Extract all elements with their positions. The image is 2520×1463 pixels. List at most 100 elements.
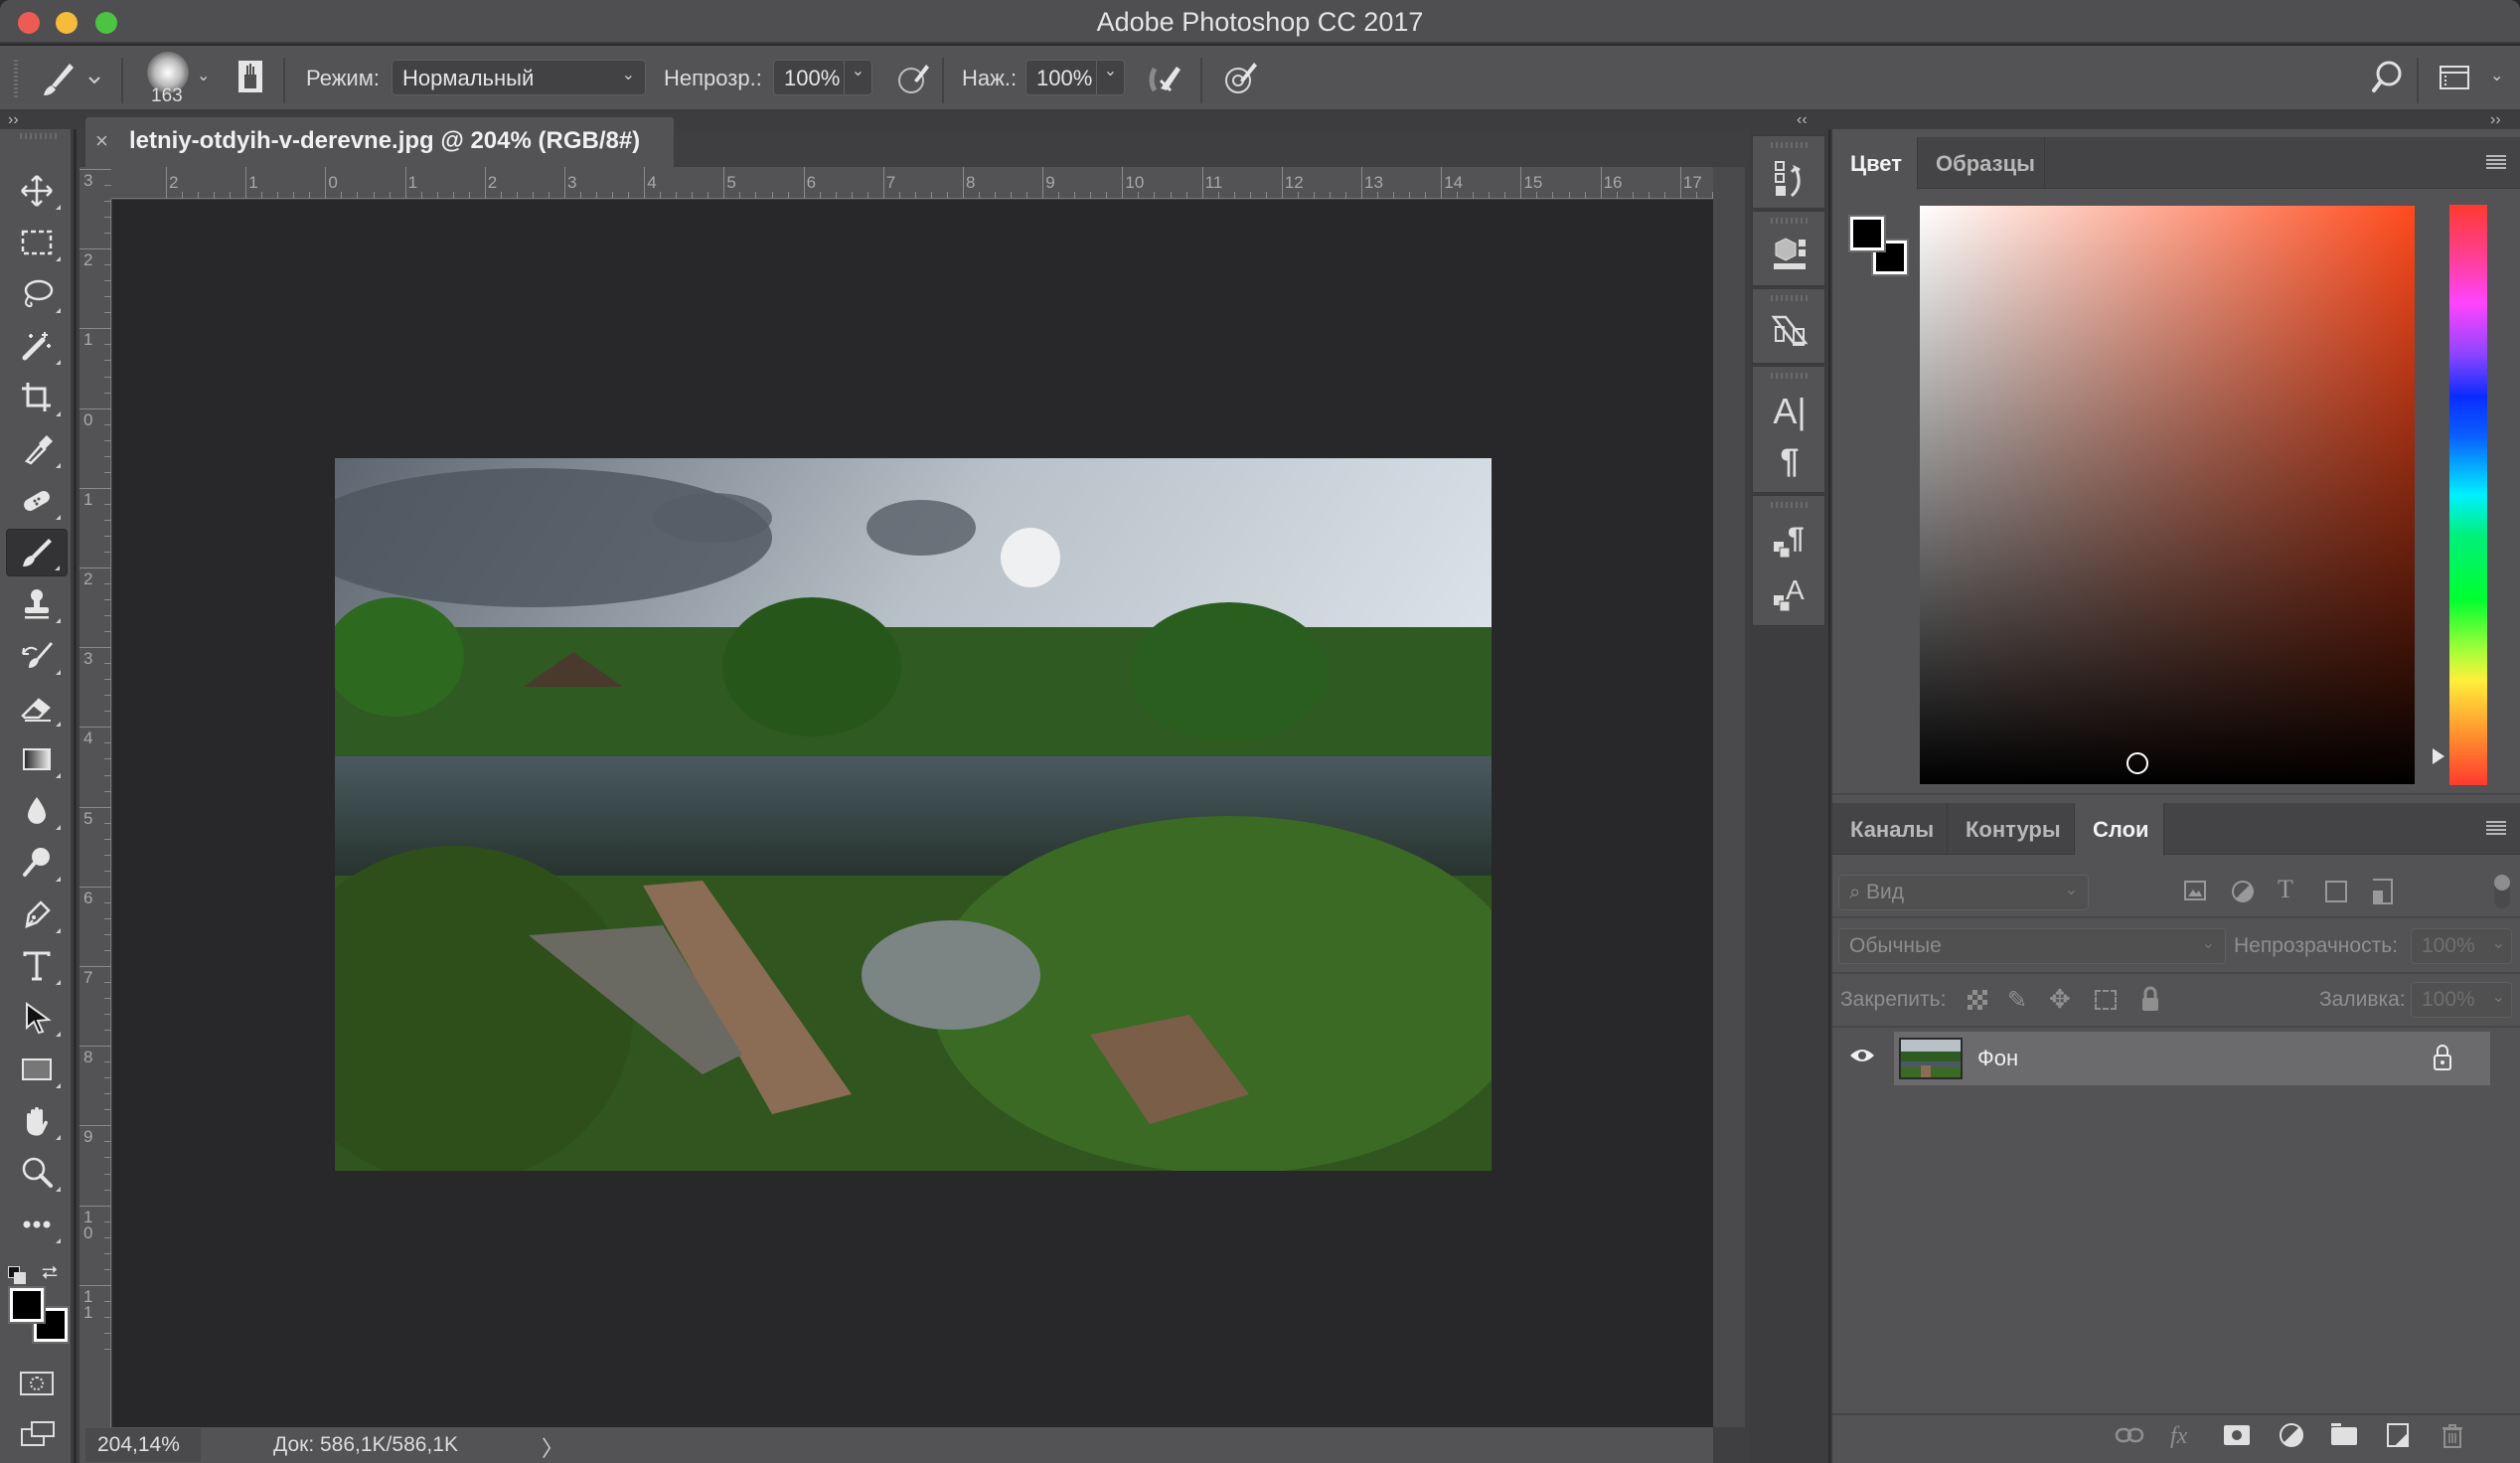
layer-filter-select[interactable]: ⌕ Вид ⌄ bbox=[1838, 875, 2089, 910]
document-image[interactable] bbox=[335, 458, 1492, 1171]
filter-adjustment-layers-icon[interactable] bbox=[2232, 881, 2254, 902]
foreground-color-swatch[interactable] bbox=[8, 1286, 46, 1324]
tab-paths[interactable]: Контуры bbox=[1948, 803, 2075, 855]
opacity-dropdown-chevron-icon[interactable]: ⌄ bbox=[844, 61, 871, 94]
delete-layer-button[interactable] bbox=[2441, 1423, 2464, 1449]
dock-grip[interactable] bbox=[1771, 142, 1809, 148]
paragraph-panel-button[interactable]: ¶ bbox=[1753, 442, 1826, 481]
pressure-dropdown-chevron-icon[interactable]: ⌄ bbox=[1096, 61, 1124, 94]
expand-toolbar-icon[interactable]: ›› bbox=[8, 111, 19, 129]
lock-position-icon[interactable]: ✥ bbox=[2049, 984, 2071, 1015]
paragraph-styles-panel-button[interactable]: ¶ bbox=[1753, 520, 1826, 560]
filter-shape-layers-icon[interactable] bbox=[2325, 881, 2347, 902]
mode-select[interactable]: Нормальный ⌄ bbox=[392, 60, 646, 95]
options-bar-grip[interactable] bbox=[14, 60, 18, 99]
toolbar-grip[interactable] bbox=[20, 133, 58, 139]
color-panel-menu-icon[interactable] bbox=[2486, 155, 2506, 171]
vertical-scrollbar[interactable] bbox=[1713, 167, 1745, 1427]
brush-panel-toggle-icon[interactable] bbox=[238, 61, 262, 92]
color-picker-marker[interactable] bbox=[2126, 752, 2148, 774]
pen-tool[interactable] bbox=[6, 891, 68, 938]
3d-panel-button[interactable] bbox=[1753, 236, 1826, 271]
opacity-field[interactable]: 100% ⌄ bbox=[773, 60, 872, 95]
horizontal-ruler[interactable]: 2 1 0 1 2 3 4 5 6 7 8 9 10 11 12 13 14 15 16 17 bbox=[111, 167, 1745, 199]
search-button[interactable] bbox=[2371, 60, 2403, 95]
hue-slider-handle[interactable] bbox=[2433, 748, 2444, 764]
blur-tool[interactable] bbox=[6, 787, 68, 835]
tab-swatches[interactable]: Образцы bbox=[1918, 137, 2045, 189]
collapse-panels-icon[interactable]: ›› bbox=[2490, 111, 2501, 129]
dock-grip[interactable] bbox=[1771, 218, 1809, 224]
collapse-dock-icon[interactable]: ‹‹ bbox=[1797, 111, 1808, 129]
dock-grip[interactable] bbox=[1771, 295, 1809, 301]
status-menu-arrow-icon[interactable]: 〉 bbox=[542, 1431, 563, 1463]
pressure-size-toggle[interactable] bbox=[1222, 59, 1260, 96]
close-document-icon[interactable]: × bbox=[95, 128, 108, 154]
type-tool[interactable] bbox=[6, 942, 68, 990]
move-tool[interactable] bbox=[6, 167, 68, 215]
filter-pixel-layers-icon[interactable] bbox=[2184, 881, 2206, 900]
eyedropper-tool[interactable] bbox=[6, 425, 68, 473]
layer-name[interactable]: Фон bbox=[1977, 1046, 2018, 1071]
tab-color[interactable]: Цвет bbox=[1832, 137, 1918, 190]
lasso-tool[interactable] bbox=[6, 270, 68, 318]
layer-thumbnail[interactable] bbox=[1899, 1038, 1963, 1079]
edit-toolbar[interactable] bbox=[6, 1201, 68, 1248]
brush-tool[interactable] bbox=[6, 529, 68, 576]
filter-smart-objects-icon[interactable] bbox=[2373, 879, 2393, 904]
tab-layers[interactable]: Слои bbox=[2075, 803, 2164, 856]
path-selection-tool[interactable] bbox=[6, 994, 68, 1042]
quick-mask-button[interactable] bbox=[20, 1372, 54, 1395]
layer-lock-icon[interactable] bbox=[2433, 1044, 2452, 1071]
layer-opacity-field[interactable]: 100% ⌄ bbox=[2411, 928, 2512, 964]
clone-source-panel-button[interactable] bbox=[1753, 313, 1826, 351]
character-styles-panel-button[interactable]: A bbox=[1753, 573, 1826, 613]
lock-transparent-pixels-icon[interactable] bbox=[1968, 990, 1987, 1010]
swap-colors-icon[interactable]: ⮂ bbox=[42, 1262, 58, 1285]
fill-field[interactable]: 100% ⌄ bbox=[2411, 982, 2512, 1018]
hue-slider[interactable] bbox=[2449, 205, 2487, 785]
layers-panel-menu-icon[interactable] bbox=[2486, 821, 2506, 837]
workspace-chevron-icon[interactable]: ⌄ bbox=[2490, 66, 2503, 85]
zoom-tool[interactable] bbox=[6, 1149, 68, 1197]
zoom-level-field[interactable]: 204,14% bbox=[85, 1428, 201, 1462]
eraser-tool[interactable] bbox=[6, 684, 68, 732]
vertical-ruler[interactable]: 3 2 1 0 1 2 3 4 5 6 7 8 9 10 11 bbox=[79, 169, 111, 1427]
tab-channels[interactable]: Каналы bbox=[1832, 803, 1948, 855]
layer-styles-button[interactable]: fx bbox=[2170, 1423, 2187, 1450]
dock-grip[interactable] bbox=[1771, 373, 1809, 379]
lock-image-pixels-icon[interactable]: ✎ bbox=[2007, 986, 2027, 1015]
color-panel-foreground-swatch[interactable] bbox=[1848, 215, 1886, 252]
history-panel-button[interactable] bbox=[1753, 160, 1826, 200]
magic-wand-tool[interactable] bbox=[6, 322, 68, 370]
airbrush-toggle[interactable] bbox=[1147, 61, 1186, 96]
new-group-button[interactable] bbox=[2331, 1423, 2357, 1445]
pressure-field[interactable]: 100% ⌄ bbox=[1025, 60, 1125, 95]
history-brush-tool[interactable] bbox=[6, 632, 68, 680]
lock-artboard-icon[interactable] bbox=[2095, 990, 2117, 1010]
workspace-switcher-icon[interactable] bbox=[2440, 66, 2469, 89]
rectangle-tool[interactable] bbox=[6, 1046, 68, 1093]
layer-visibility-toggle[interactable] bbox=[1848, 1046, 1876, 1065]
color-spectrum-field[interactable] bbox=[1920, 206, 2415, 784]
tool-preset-picker[interactable] bbox=[38, 60, 101, 99]
marquee-tool[interactable] bbox=[6, 219, 68, 266]
clone-stamp-tool[interactable] bbox=[6, 580, 68, 628]
add-mask-button[interactable] bbox=[2224, 1425, 2250, 1445]
brush-picker-chevron-icon[interactable]: ⌄ bbox=[197, 66, 210, 85]
filter-toggle[interactable] bbox=[2494, 875, 2510, 908]
healing-brush-tool[interactable] bbox=[6, 477, 68, 525]
screen-mode-button[interactable] bbox=[20, 1419, 56, 1449]
new-layer-button[interactable] bbox=[2387, 1423, 2409, 1447]
filter-type-layers-icon[interactable]: T bbox=[2278, 875, 2293, 904]
new-adjustment-layer-button[interactable] bbox=[2280, 1423, 2303, 1447]
dodge-tool[interactable] bbox=[6, 839, 68, 887]
dock-grip[interactable] bbox=[1771, 502, 1809, 508]
hand-tool[interactable] bbox=[6, 1097, 68, 1145]
lock-all-icon[interactable] bbox=[2140, 986, 2160, 1012]
link-layers-button[interactable] bbox=[2115, 1423, 2144, 1447]
opacity-pressure-toggle[interactable] bbox=[896, 61, 932, 96]
crop-tool[interactable] bbox=[6, 374, 68, 421]
blend-mode-select[interactable]: Обычные ⌄ bbox=[1838, 928, 2226, 964]
character-panel-button[interactable]: A| bbox=[1753, 391, 1826, 432]
